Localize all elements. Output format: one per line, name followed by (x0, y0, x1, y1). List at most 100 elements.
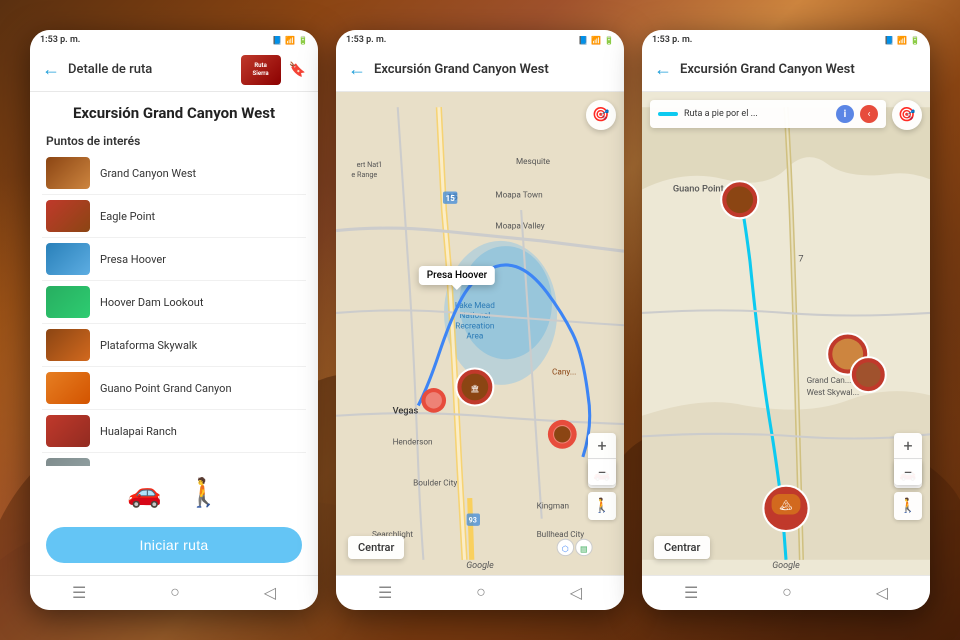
svg-text:Moapa Town: Moapa Town (495, 191, 542, 201)
svg-text:🏛: 🏛 (470, 384, 479, 393)
zoom-out-button-2[interactable]: − (588, 459, 616, 485)
svg-text:Moapa Valley: Moapa Valley (495, 222, 544, 232)
svg-text:Recreation: Recreation (455, 321, 494, 331)
route-color-indicator (658, 112, 678, 116)
status-bar-1: 1:53 p. m. 📘 📶 🔋 (30, 30, 318, 48)
header-title-2: Excursión Grand Canyon West (374, 62, 612, 77)
home-icon-1[interactable]: ○ (170, 582, 180, 602)
svg-text:93: 93 (469, 516, 477, 525)
bookmark-icon-1[interactable]: 🔖 (289, 62, 306, 78)
back-nav-icon-1[interactable]: ◁ (264, 583, 276, 602)
back-nav-icon-2[interactable]: ◁ (570, 583, 582, 602)
list-item[interactable]: Eagle Point (42, 195, 306, 238)
menu-icon-2[interactable]: ☰ (378, 583, 392, 602)
poi-name-2: Presa Hoover (100, 253, 166, 266)
route-info-icon[interactable]: i (836, 105, 854, 123)
back-button-2[interactable]: ← (348, 59, 366, 80)
locate-button-2[interactable]: 🎯 (586, 100, 616, 130)
route-info-text: Ruta a pie por el ... (684, 109, 830, 119)
list-item[interactable]: Aldea Supai (42, 453, 306, 466)
poi-name-0: Grand Canyon West (100, 167, 196, 180)
svg-text:Kingman: Kingman (537, 501, 570, 511)
close-route-icon[interactable]: ‹ (860, 105, 878, 123)
header-title-1: Detalle de ruta (68, 62, 233, 77)
svg-text:7: 7 (798, 253, 803, 264)
phone-2-map: 1:53 p. m. 📘 📶 🔋 ← Excursión Grand Canyo… (336, 30, 624, 610)
status-time-3: 1:53 p. m. (652, 35, 692, 45)
center-button-2[interactable]: Centrar (348, 536, 404, 559)
list-item[interactable]: Plataforma Skywalk (42, 324, 306, 367)
svg-text:⬡: ⬡ (562, 545, 569, 555)
home-icon-2[interactable]: ○ (476, 582, 486, 602)
phone-1-route-detail: 1:53 p. m. 📘 📶 🔋 ← Detalle de ruta RutaS… (30, 30, 318, 610)
phone-3-route-map: 1:53 p. m. 📘 📶 🔋 ← Excursión Grand Canyo… (642, 30, 930, 610)
zoom-in-button-2[interactable]: + (588, 433, 616, 459)
car-icon: 🚗 (127, 476, 162, 509)
zoom-out-button-3[interactable]: − (894, 459, 922, 485)
map-tooltip-presa-hoover: Presa Hoover (419, 266, 495, 285)
svg-text:Guano Point: Guano Point (673, 184, 724, 195)
menu-icon-3[interactable]: ☰ (684, 583, 698, 602)
home-icon-3[interactable]: ○ (782, 582, 792, 602)
google-logo-2: Google (466, 561, 494, 571)
app-header-3: ← Excursión Grand Canyon West (642, 48, 930, 92)
list-item[interactable]: Grand Canyon West (42, 152, 306, 195)
svg-text:Mesquite: Mesquite (516, 157, 551, 167)
poi-name-1: Eagle Point (100, 210, 155, 223)
map-svg-3: 7 Guano Point Grand Can... West Skywal..… (642, 92, 930, 575)
map-container-3[interactable]: 7 Guano Point Grand Can... West Skywal..… (642, 92, 930, 575)
list-item[interactable]: Hoover Dam Lookout (42, 281, 306, 324)
list-item[interactable]: Hualapai Ranch (42, 410, 306, 453)
nav-bar-3: ☰ ○ ◁ (642, 575, 930, 610)
poi-thumb-3 (46, 286, 90, 318)
phones-container: 1:53 p. m. 📘 📶 🔋 ← Detalle de ruta RutaS… (0, 0, 960, 640)
poi-thumb-1 (46, 200, 90, 232)
status-bar-3: 1:53 p. m. 📘 📶 🔋 (642, 30, 930, 48)
poi-name-4: Plataforma Skywalk (100, 339, 197, 352)
svg-text:Vegas: Vegas (393, 406, 419, 417)
back-nav-icon-3[interactable]: ◁ (876, 583, 888, 602)
svg-text:15: 15 (445, 194, 455, 204)
nav-bar-2: ☰ ○ ◁ (336, 575, 624, 610)
transport-icons-bar: 🚗 🚶 (30, 466, 318, 519)
status-bar-2: 1:53 p. m. 📘 📶 🔋 (336, 30, 624, 48)
menu-icon-1[interactable]: ☰ (72, 583, 86, 602)
locate-button-3[interactable]: 🎯 (892, 100, 922, 130)
poi-name-3: Hoover Dam Lookout (100, 296, 203, 309)
poi-thumb-5 (46, 372, 90, 404)
app-header-1: ← Detalle de ruta RutaSierra 🔖 (30, 48, 318, 92)
poi-list: Grand Canyon West Eagle Point Presa Hoov… (30, 152, 318, 466)
route-info-bar: Ruta a pie por el ... i ‹ (650, 100, 886, 128)
poi-section-label: Puntos de interés (30, 128, 318, 152)
back-button-3[interactable]: ← (654, 59, 672, 80)
poi-thumb-2 (46, 243, 90, 275)
map-container-2[interactable]: Lake Mead National Recreation Area 15 15 (336, 92, 624, 575)
status-icons-3: 📘 📶 🔋 (884, 36, 920, 45)
walk-mode-button-3[interactable]: 🚶 (894, 492, 922, 520)
app-logo-1: RutaSierra (241, 55, 281, 85)
list-item[interactable]: Guano Point Grand Canyon (42, 367, 306, 410)
svg-text:Area: Area (466, 332, 483, 342)
walk-mode-button-2[interactable]: 🚶 (588, 492, 616, 520)
back-button-1[interactable]: ← (42, 59, 60, 80)
zoom-controls-3: + − (894, 433, 922, 485)
start-route-button[interactable]: Iniciar ruta (46, 527, 302, 563)
header-title-3: Excursión Grand Canyon West (680, 62, 918, 77)
svg-text:Bullhead City: Bullhead City (537, 530, 585, 540)
list-item[interactable]: Presa Hoover (42, 238, 306, 281)
poi-name-6: Hualapai Ranch (100, 425, 177, 438)
poi-thumb-7 (46, 458, 90, 466)
nav-bar-1: ☰ ○ ◁ (30, 575, 318, 610)
poi-thumb-4 (46, 329, 90, 361)
svg-text:▤: ▤ (580, 545, 588, 555)
svg-text:Cany...: Cany... (552, 368, 576, 378)
app-header-2: ← Excursión Grand Canyon West (336, 48, 624, 92)
svg-text:Henderson: Henderson (393, 438, 433, 448)
poi-thumb-6 (46, 415, 90, 447)
center-button-3[interactable]: Centrar (654, 536, 710, 559)
zoom-controls-2: + − (588, 433, 616, 485)
zoom-in-button-3[interactable]: + (894, 433, 922, 459)
svg-text:Boulder City: Boulder City (413, 479, 457, 489)
svg-text:West Skywal...: West Skywal... (807, 388, 860, 398)
google-logo-3: Google (772, 561, 800, 571)
